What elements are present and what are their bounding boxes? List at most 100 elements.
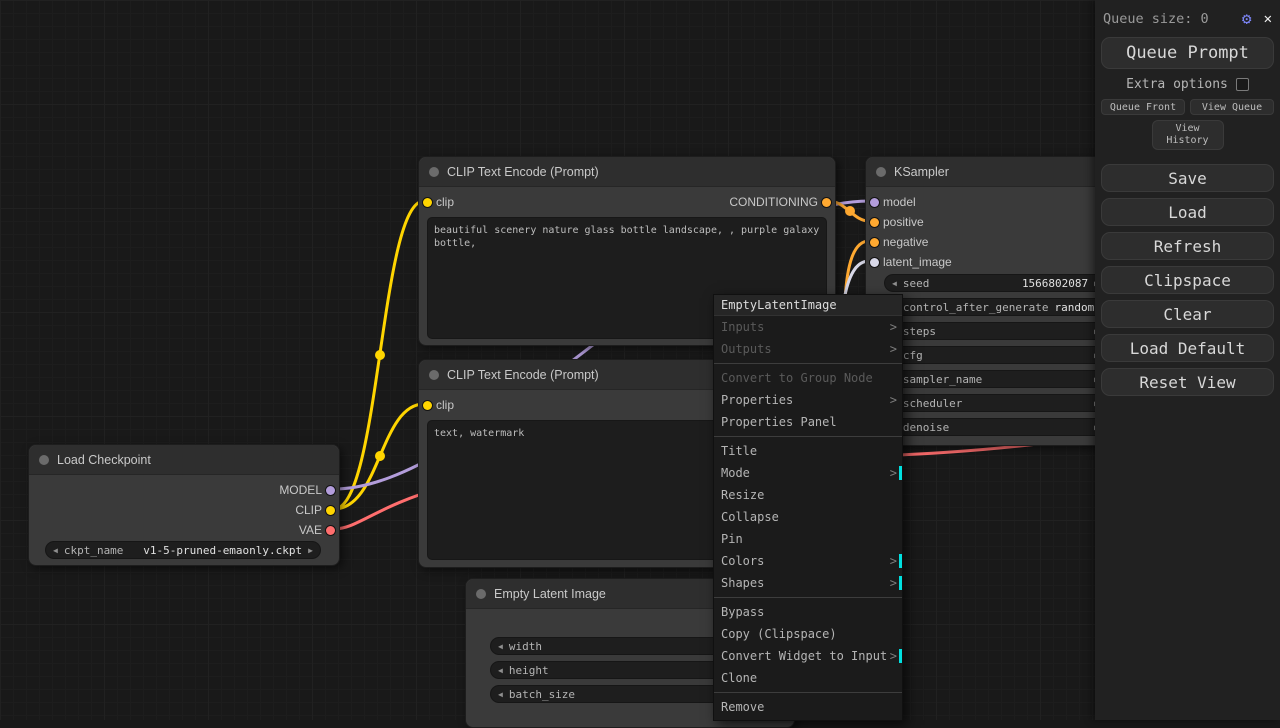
menu-separator (714, 692, 902, 693)
menu-item-label: Properties (721, 393, 794, 407)
menu-item-pin[interactable]: Pin (714, 528, 902, 550)
scheduler-widget[interactable]: ◀ scheduler ▶ (884, 394, 1107, 412)
menu-item-shapes[interactable]: Shapes > (714, 572, 902, 594)
menu-item-copy-clipspace[interactable]: Copy (Clipspace) (714, 623, 902, 645)
stepper-left-icon[interactable]: ◀ (498, 642, 503, 651)
slot-label: clip (436, 398, 455, 412)
submenu-arrow-icon: > (889, 649, 897, 663)
node-title-bar[interactable]: CLIP Text Encode (Prompt) (419, 157, 835, 187)
widget-label: steps (902, 324, 936, 338)
clear-button[interactable]: Clear (1101, 300, 1274, 328)
collapse-dot-icon[interactable] (39, 454, 49, 465)
link-dot (845, 206, 855, 216)
menu-item-resize[interactable]: Resize (714, 484, 902, 506)
save-button[interactable]: Save (1101, 164, 1274, 192)
menu-item-label: Convert to Group Node (721, 371, 873, 385)
submenu-arrow-icon: > (889, 342, 897, 356)
menu-item-mode[interactable]: Mode > (714, 462, 902, 484)
widget-label: ckpt_name (63, 543, 124, 557)
stepper-left-icon[interactable]: ◀ (53, 546, 58, 555)
node-title-bar[interactable]: KSampler (866, 157, 1119, 187)
node-load-checkpoint[interactable]: Load Checkpoint MODEL CLIP VAE ◀ ckpt_na… (28, 444, 340, 566)
submenu-highlight (899, 649, 902, 663)
queue-prompt-button[interactable]: Queue Prompt (1101, 37, 1274, 69)
menu-item-properties[interactable]: Properties > (714, 389, 902, 411)
stepper-left-icon[interactable]: ◀ (498, 690, 503, 699)
queue-front-button[interactable]: Queue Front (1101, 99, 1185, 115)
menu-item-title[interactable]: Title (714, 440, 902, 462)
menu-item-label: Bypass (721, 605, 765, 619)
submenu-arrow-icon: > (889, 393, 897, 407)
slot-label: VAE (298, 523, 322, 537)
reset-view-button[interactable]: Reset View (1101, 368, 1274, 396)
menu-item-remove[interactable]: Remove (714, 696, 902, 718)
menu-item-collapse[interactable]: Collapse (714, 506, 902, 528)
clip-input-slot[interactable] (423, 400, 432, 410)
queue-size-label: Queue size: 0 (1103, 11, 1209, 27)
menu-item-label: Resize (721, 488, 765, 502)
settings-gear-icon[interactable]: ⚙ (1242, 11, 1252, 27)
collapse-dot-icon[interactable] (429, 369, 439, 380)
denoise-widget[interactable]: ◀ denoise ▶ (884, 418, 1107, 436)
widget-value: 1566802087 (1021, 276, 1089, 290)
latent-input-slot[interactable] (870, 257, 879, 267)
clip-output-slot[interactable] (326, 505, 335, 515)
submenu-arrow-icon: > (889, 554, 897, 568)
stepper-left-icon[interactable]: ◀ (892, 279, 897, 288)
seed-widget[interactable]: ◀ seed 1566802087 ▶ (884, 274, 1107, 292)
clip-input-slot[interactable] (423, 197, 432, 207)
collapse-dot-icon[interactable] (429, 166, 439, 177)
menu-separator (714, 436, 902, 437)
stepper-right-icon[interactable]: ▶ (308, 546, 313, 555)
widget-label: seed (902, 276, 930, 290)
view-history-button[interactable]: View History (1151, 120, 1224, 150)
collapse-dot-icon[interactable] (876, 166, 886, 177)
stepper-left-icon[interactable]: ◀ (498, 666, 503, 675)
control-after-generate-widget[interactable]: ◀ control_after_generate randomize ▶ (884, 298, 1107, 316)
menu-item-bypass[interactable]: Bypass (714, 601, 902, 623)
node-title-bar[interactable]: Load Checkpoint (29, 445, 339, 475)
submenu-arrow-icon: > (889, 466, 897, 480)
steps-widget[interactable]: ◀ steps ▶ (884, 322, 1107, 340)
menu-item-convert-widget-to-input[interactable]: Convert Widget to Input > (714, 645, 902, 667)
slot-label: clip (436, 195, 455, 209)
ckpt-name-widget[interactable]: ◀ ckpt_name v1-5-pruned-emaonly.ckpt ▶ (45, 541, 321, 559)
refresh-button[interactable]: Refresh (1101, 232, 1274, 260)
slot-label: positive (883, 215, 924, 229)
slot-label: latent_image (883, 255, 952, 269)
clipspace-button[interactable]: Clipspace (1101, 266, 1274, 294)
model-input-slot[interactable] (870, 197, 879, 207)
positive-input-slot[interactable] (870, 217, 879, 227)
node-title: Load Checkpoint (57, 452, 151, 467)
node-graph-canvas[interactable]: CLIP Text Encode (Prompt) clip CONDITION… (0, 0, 1280, 728)
context-menu-title: EmptyLatentImage (714, 295, 902, 316)
widget-label: denoise (902, 420, 950, 434)
extra-options-checkbox[interactable] (1235, 78, 1249, 91)
load-button[interactable]: Load (1101, 198, 1274, 226)
model-output-slot[interactable] (326, 485, 335, 495)
widget-label: scheduler (902, 396, 963, 410)
node-ksampler[interactable]: KSampler model positive negative latent_… (865, 156, 1120, 446)
close-icon[interactable]: ✕ (1264, 12, 1272, 26)
menu-item-clone[interactable]: Clone (714, 667, 902, 689)
cfg-widget[interactable]: ◀ cfg ▶ (884, 346, 1107, 364)
menu-item-outputs: Outputs > (714, 338, 902, 360)
menu-item-colors[interactable]: Colors > (714, 550, 902, 572)
vae-output-slot[interactable] (326, 525, 335, 535)
conditioning-output-slot[interactable] (822, 197, 831, 207)
menu-item-label: Mode (721, 466, 750, 480)
slot-label: CLIP (295, 503, 322, 517)
collapse-dot-icon[interactable] (476, 588, 486, 599)
load-default-button[interactable]: Load Default (1101, 334, 1274, 362)
menu-item-label: Pin (721, 532, 743, 546)
negative-input-slot[interactable] (870, 237, 879, 247)
sampler-name-widget[interactable]: ◀ sampler_name ▶ (884, 370, 1107, 388)
view-queue-button[interactable]: View Queue (1190, 99, 1274, 115)
menu-item-label: Convert Widget to Input (721, 649, 888, 663)
comfy-menu-panel: Queue size: 0 ⚙ ✕ Queue Prompt Extra opt… (1095, 0, 1280, 720)
slot-label: negative (883, 235, 929, 249)
menu-item-convert-to-group-node: Convert to Group Node (714, 367, 902, 389)
menu-item-properties-panel[interactable]: Properties Panel (714, 411, 902, 433)
menu-item-label: Inputs (721, 320, 765, 334)
submenu-arrow-icon: > (889, 576, 897, 590)
